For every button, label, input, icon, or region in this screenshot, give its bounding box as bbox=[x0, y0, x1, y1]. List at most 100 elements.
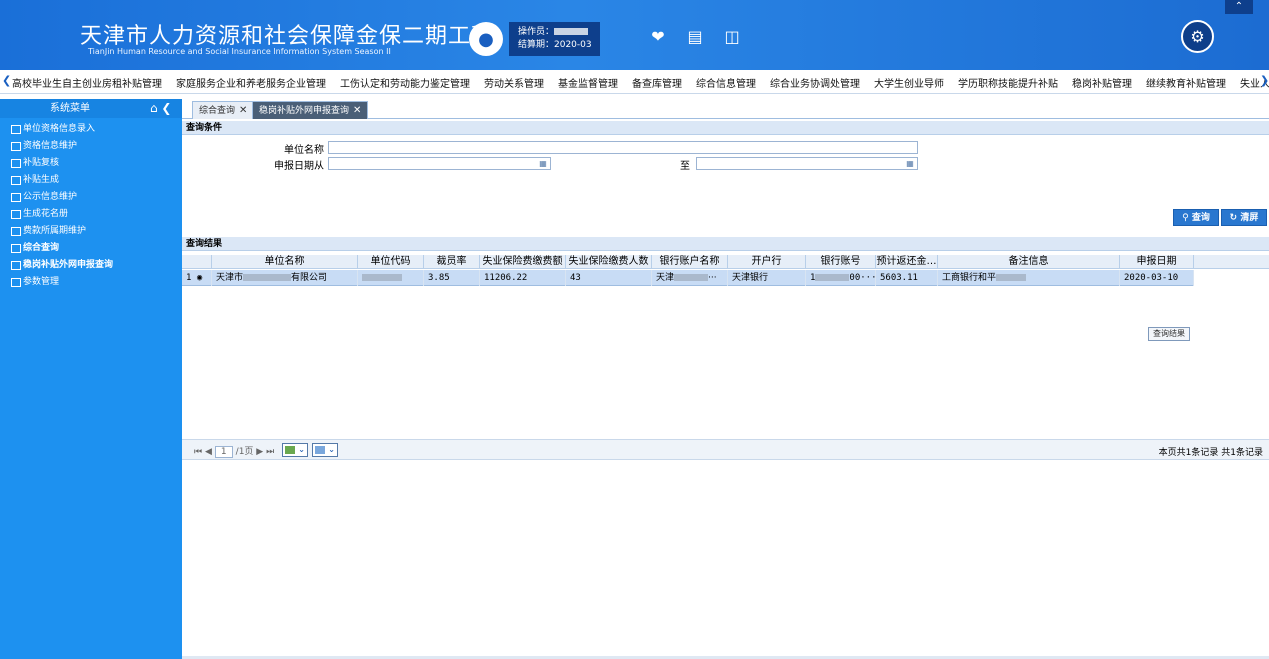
date-from-label: 申报日期从 bbox=[274, 161, 324, 172]
close-icon[interactable]: ✕ bbox=[239, 105, 247, 116]
column-header[interactable]: 预计返还金… bbox=[876, 255, 938, 269]
columns-icon bbox=[315, 446, 325, 454]
column-header[interactable]: 开户行 bbox=[728, 255, 806, 269]
cell-remark: 工商银行和平 bbox=[938, 270, 1120, 286]
close-icon[interactable]: ✕ bbox=[353, 105, 361, 116]
card-icon[interactable]: ▤ bbox=[685, 28, 705, 46]
heart-icon[interactable]: ❤ bbox=[648, 28, 668, 46]
column-header[interactable]: 裁员率 bbox=[424, 255, 480, 269]
unit-name-input[interactable] bbox=[328, 141, 918, 154]
module-nav-item[interactable]: 工伤认定和劳动能力鉴定管理 bbox=[340, 79, 470, 90]
sidebar-item[interactable]: 补贴生成 bbox=[0, 172, 182, 189]
column-header[interactable]: 银行账号 bbox=[806, 255, 876, 269]
module-nav-item[interactable]: 稳岗补贴管理 bbox=[1072, 79, 1132, 90]
tab-bar: 综合查询 ✕ 稳岗补贴外网申报查询 ✕ bbox=[182, 99, 1269, 119]
cell-fee-amount: 11206.22 bbox=[480, 270, 566, 286]
sidebar-item[interactable]: 单位资格信息录入 bbox=[0, 121, 182, 138]
chevron-up-icon[interactable]: ⌃ bbox=[1225, 0, 1253, 14]
module-nav-item[interactable]: 综合业务协调处管理 bbox=[770, 79, 860, 90]
column-header[interactable]: 申报日期 bbox=[1120, 255, 1194, 269]
sidebar-item[interactable]: 费款所属期维护 bbox=[0, 223, 182, 240]
date-to-label: 至 bbox=[680, 161, 690, 172]
app-subtitle: TianJin Human Resource and Social Insura… bbox=[88, 47, 391, 56]
sidebar-item-label: 公示信息维护 bbox=[23, 192, 78, 202]
cell-date: 2020-03-10 bbox=[1120, 270, 1194, 286]
total-pages: /1页 bbox=[235, 447, 254, 457]
search-button[interactable]: ⚲ 查询 bbox=[1173, 209, 1219, 226]
first-page-icon[interactable]: ⏮ bbox=[194, 447, 202, 457]
cell-account-name: 天津 ··· bbox=[652, 270, 728, 286]
calendar-icon[interactable]: ▦ bbox=[905, 159, 915, 168]
column-header[interactable]: 单位名称 bbox=[212, 255, 358, 269]
module-nav-item[interactable]: 家庭服务企业和养老服务企业管理 bbox=[176, 79, 326, 90]
gear-icon[interactable]: ⚙ bbox=[1181, 20, 1214, 53]
unit-name-label: 单位名称 bbox=[284, 145, 324, 156]
query-result-button[interactable]: 查询结果 bbox=[1148, 327, 1190, 341]
chevron-left-icon[interactable]: ❮ bbox=[2, 74, 11, 87]
sidebar-item[interactable]: 补贴复核 bbox=[0, 155, 182, 172]
chevron-down-icon: ⌄ bbox=[328, 445, 335, 454]
column-header[interactable]: 失业保险费缴费额 bbox=[480, 255, 566, 269]
operator-label: 操作员： bbox=[518, 27, 555, 37]
module-nav-item[interactable]: 综合信息管理 bbox=[696, 79, 756, 90]
app-title: 天津市人力资源和社会保障金保二期工程 bbox=[80, 24, 495, 49]
sidebar-item[interactable]: 参数管理 bbox=[0, 274, 182, 291]
sidebar-item[interactable]: 生成花名册 bbox=[0, 206, 182, 223]
table-row[interactable]: 1 ◉ 天津市 有限公司 3.85 11206.22 43 天津 ··· 天津银行 … bbox=[182, 270, 1194, 286]
window-icon bbox=[11, 278, 21, 287]
query-section-title: 查询条件 bbox=[182, 121, 1269, 135]
cell-refund: 5603.11 bbox=[876, 270, 938, 286]
results-section-title: 查询结果 bbox=[182, 237, 1269, 251]
window-icon bbox=[11, 176, 21, 185]
column-header[interactable]: 银行账户名称 bbox=[652, 255, 728, 269]
tab-subsidy-query[interactable]: 稳岗补贴外网申报查询 ✕ bbox=[252, 101, 369, 119]
columns-dropdown[interactable]: ⌄ bbox=[312, 443, 338, 457]
sidebar-item-label: 稳岗补贴外网申报查询 bbox=[23, 260, 114, 270]
date-to-input[interactable] bbox=[696, 157, 918, 170]
window-icon bbox=[11, 210, 21, 219]
cell-insured-count: 43 bbox=[566, 270, 652, 286]
pager: ⏮ ◀ 1 /1页 ▶ ⏭ ⌄ ⌄ 本页共1条记录 共1条记录 bbox=[182, 439, 1269, 460]
redacted bbox=[362, 274, 402, 281]
export-dropdown[interactable]: ⌄ bbox=[282, 443, 308, 457]
window-icon bbox=[11, 244, 21, 253]
book-icon[interactable]: ◫ bbox=[722, 28, 742, 46]
module-nav-item[interactable]: 学历职称技能提升补贴 bbox=[958, 79, 1058, 90]
last-page-icon[interactable]: ⏭ bbox=[266, 447, 274, 457]
module-nav-item[interactable]: 劳动关系管理 bbox=[484, 79, 544, 90]
chevron-right-icon[interactable]: ❯ bbox=[1260, 74, 1269, 87]
tab-comprehensive-query[interactable]: 综合查询 ✕ bbox=[192, 101, 255, 119]
sidebar-item[interactable]: 综合查询 bbox=[0, 240, 182, 257]
calendar-icon[interactable]: ▦ bbox=[538, 159, 548, 168]
home-icon[interactable]: ⌂ ❮ bbox=[150, 99, 172, 118]
window-icon bbox=[11, 227, 21, 236]
clear-button[interactable]: ↻ 清屏 bbox=[1221, 209, 1267, 226]
user-info: 操作员： 结算期：2020-03 bbox=[509, 22, 600, 56]
redacted bbox=[815, 274, 850, 281]
module-nav: ❮ 高校毕业生自主创业房租补贴管理 家庭服务企业和养老服务企业管理 工伤认定和劳动能… bbox=[0, 70, 1269, 94]
chevron-down-icon: ⌄ bbox=[298, 445, 305, 454]
window-icon bbox=[11, 142, 21, 151]
prev-page-icon[interactable]: ◀ bbox=[205, 447, 212, 457]
user-icon[interactable]: ● bbox=[469, 22, 503, 56]
module-nav-item[interactable]: 高校毕业生自主创业房租补贴管理 bbox=[12, 79, 162, 90]
sidebar-header: 系统菜单 ⌂ ❮ bbox=[0, 99, 182, 118]
module-nav-item[interactable]: 大学生创业导师 bbox=[874, 79, 944, 90]
module-nav-item[interactable]: 继续教育补贴管理 bbox=[1146, 79, 1226, 90]
sidebar-item[interactable]: 资格信息维护 bbox=[0, 138, 182, 155]
export-icon bbox=[285, 446, 295, 454]
module-nav-items: 高校毕业生自主创业房租补贴管理 家庭服务企业和养老服务企业管理 工伤认定和劳动能力鉴… bbox=[12, 75, 1269, 90]
sidebar-menu: 单位资格信息录入 资格信息维护 补贴复核 补贴生成公示信息维护生成花名册 费款所属期维护… bbox=[0, 118, 182, 291]
module-nav-item[interactable]: 基金监督管理 bbox=[558, 79, 618, 90]
page-input[interactable]: 1 bbox=[214, 445, 233, 458]
next-page-icon[interactable]: ▶ bbox=[256, 447, 263, 457]
redacted bbox=[243, 274, 292, 281]
sidebar-item[interactable]: 稳岗补贴外网申报查询 bbox=[0, 257, 182, 274]
column-header[interactable]: 单位代码 bbox=[358, 255, 424, 269]
date-from-input[interactable] bbox=[328, 157, 551, 170]
column-header[interactable]: 失业保险缴费人数 bbox=[566, 255, 652, 269]
row-number-header bbox=[182, 255, 212, 269]
module-nav-item[interactable]: 备查库管理 bbox=[632, 79, 682, 90]
column-header[interactable]: 备注信息 bbox=[938, 255, 1120, 269]
sidebar-item[interactable]: 公示信息维护 bbox=[0, 189, 182, 206]
